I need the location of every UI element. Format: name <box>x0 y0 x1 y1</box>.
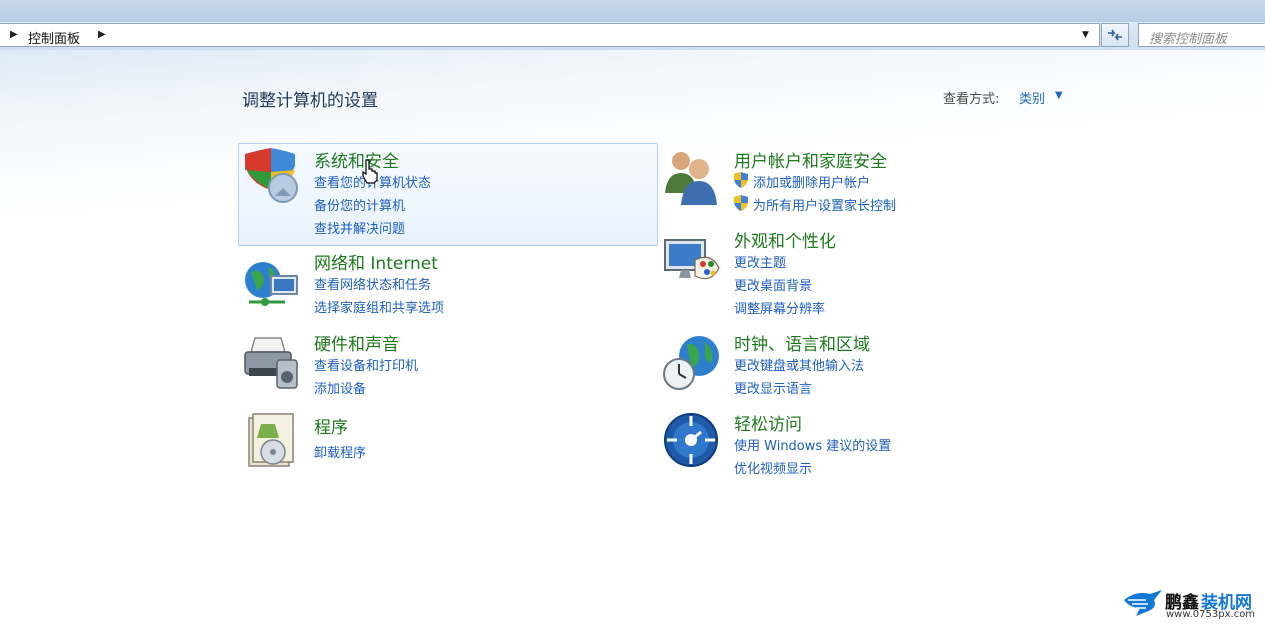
view-by-dropdown-arrow-icon[interactable]: ▼ <box>1055 90 1063 101</box>
network-globe-icon <box>245 262 298 306</box>
category-title[interactable]: 用户帐户和家庭安全 <box>734 147 887 172</box>
category-link[interactable]: 为所有用户设置家长控制 <box>753 195 896 214</box>
category-title[interactable]: 外观和个性化 <box>734 227 836 252</box>
search-placeholder: 搜索控制面板 <box>1149 32 1228 47</box>
breadcrumb-arrow-icon[interactable]: ▶ <box>10 29 18 40</box>
category-link[interactable]: 添加或删除用户帐户 <box>753 172 870 191</box>
monitor-palette-icon <box>664 239 720 280</box>
category-title[interactable]: 网络和 Internet <box>314 249 438 274</box>
refresh-icon <box>1108 29 1122 41</box>
breadcrumb-control-panel[interactable]: 控制面板 <box>28 28 80 47</box>
category-title[interactable]: 系统和安全 <box>314 147 399 172</box>
category-title[interactable]: 程序 <box>314 413 348 438</box>
programs-icon <box>248 413 294 467</box>
category-link[interactable]: 使用 Windows 建议的设置 <box>734 435 891 454</box>
category-hover-highlight <box>238 143 658 246</box>
category-link[interactable]: 调整屏幕分辨率 <box>734 298 825 317</box>
clock-globe-icon <box>663 336 719 390</box>
shield-icon <box>245 148 298 203</box>
category-link[interactable]: 查找并解决问题 <box>314 218 405 237</box>
category-title[interactable]: 时钟、语言和区域 <box>734 330 870 355</box>
category-link[interactable]: 选择家庭组和共享选项 <box>314 297 444 316</box>
category-link[interactable]: 备份您的计算机 <box>314 195 405 214</box>
category-link[interactable]: 查看网络状态和任务 <box>314 274 431 293</box>
address-row: ▶ 控制面板 ▶ ▼ 搜索控制面板 <box>0 22 1265 50</box>
category-title[interactable]: 硬件和声音 <box>314 330 399 355</box>
view-by-dropdown[interactable]: 类别 <box>1019 88 1045 107</box>
category-link[interactable]: 优化视频显示 <box>734 458 812 477</box>
category-link[interactable]: 更改桌面背景 <box>734 275 812 294</box>
category-link[interactable]: 更改主题 <box>734 252 786 271</box>
category-link[interactable]: 更改键盘或其他输入法 <box>734 355 864 374</box>
category-link[interactable]: 更改显示语言 <box>734 378 812 397</box>
address-dropdown-icon[interactable]: ▼ <box>1082 30 1089 40</box>
mouse-cursor-hand-icon <box>362 159 378 184</box>
printer-icon <box>244 337 298 389</box>
category-link[interactable]: 卸载程序 <box>314 442 366 461</box>
category-title[interactable]: 轻松访问 <box>734 410 802 435</box>
uac-shield-icon <box>734 195 748 211</box>
content-area <box>0 50 1265 625</box>
category-link[interactable]: 查看设备和打印机 <box>314 355 418 374</box>
watermark-bird-logo-icon <box>1124 590 1162 616</box>
refresh-button[interactable] <box>1101 23 1129 47</box>
users-icon <box>665 152 717 205</box>
address-bar[interactable]: ▶ 控制面板 ▶ ▼ <box>0 23 1100 47</box>
view-by-label: 查看方式: <box>943 92 1000 107</box>
uac-shield-icon <box>734 172 748 188</box>
breadcrumb-arrow-icon[interactable]: ▶ <box>98 29 106 40</box>
ease-of-access-icon <box>664 413 718 467</box>
watermark-url: www.0753px.com <box>1166 609 1256 620</box>
category-link[interactable]: 添加设备 <box>314 378 366 397</box>
page-title: 调整计算机的设置 <box>242 91 378 111</box>
window-title-bar <box>0 0 1265 22</box>
search-input[interactable]: 搜索控制面板 <box>1138 23 1265 47</box>
